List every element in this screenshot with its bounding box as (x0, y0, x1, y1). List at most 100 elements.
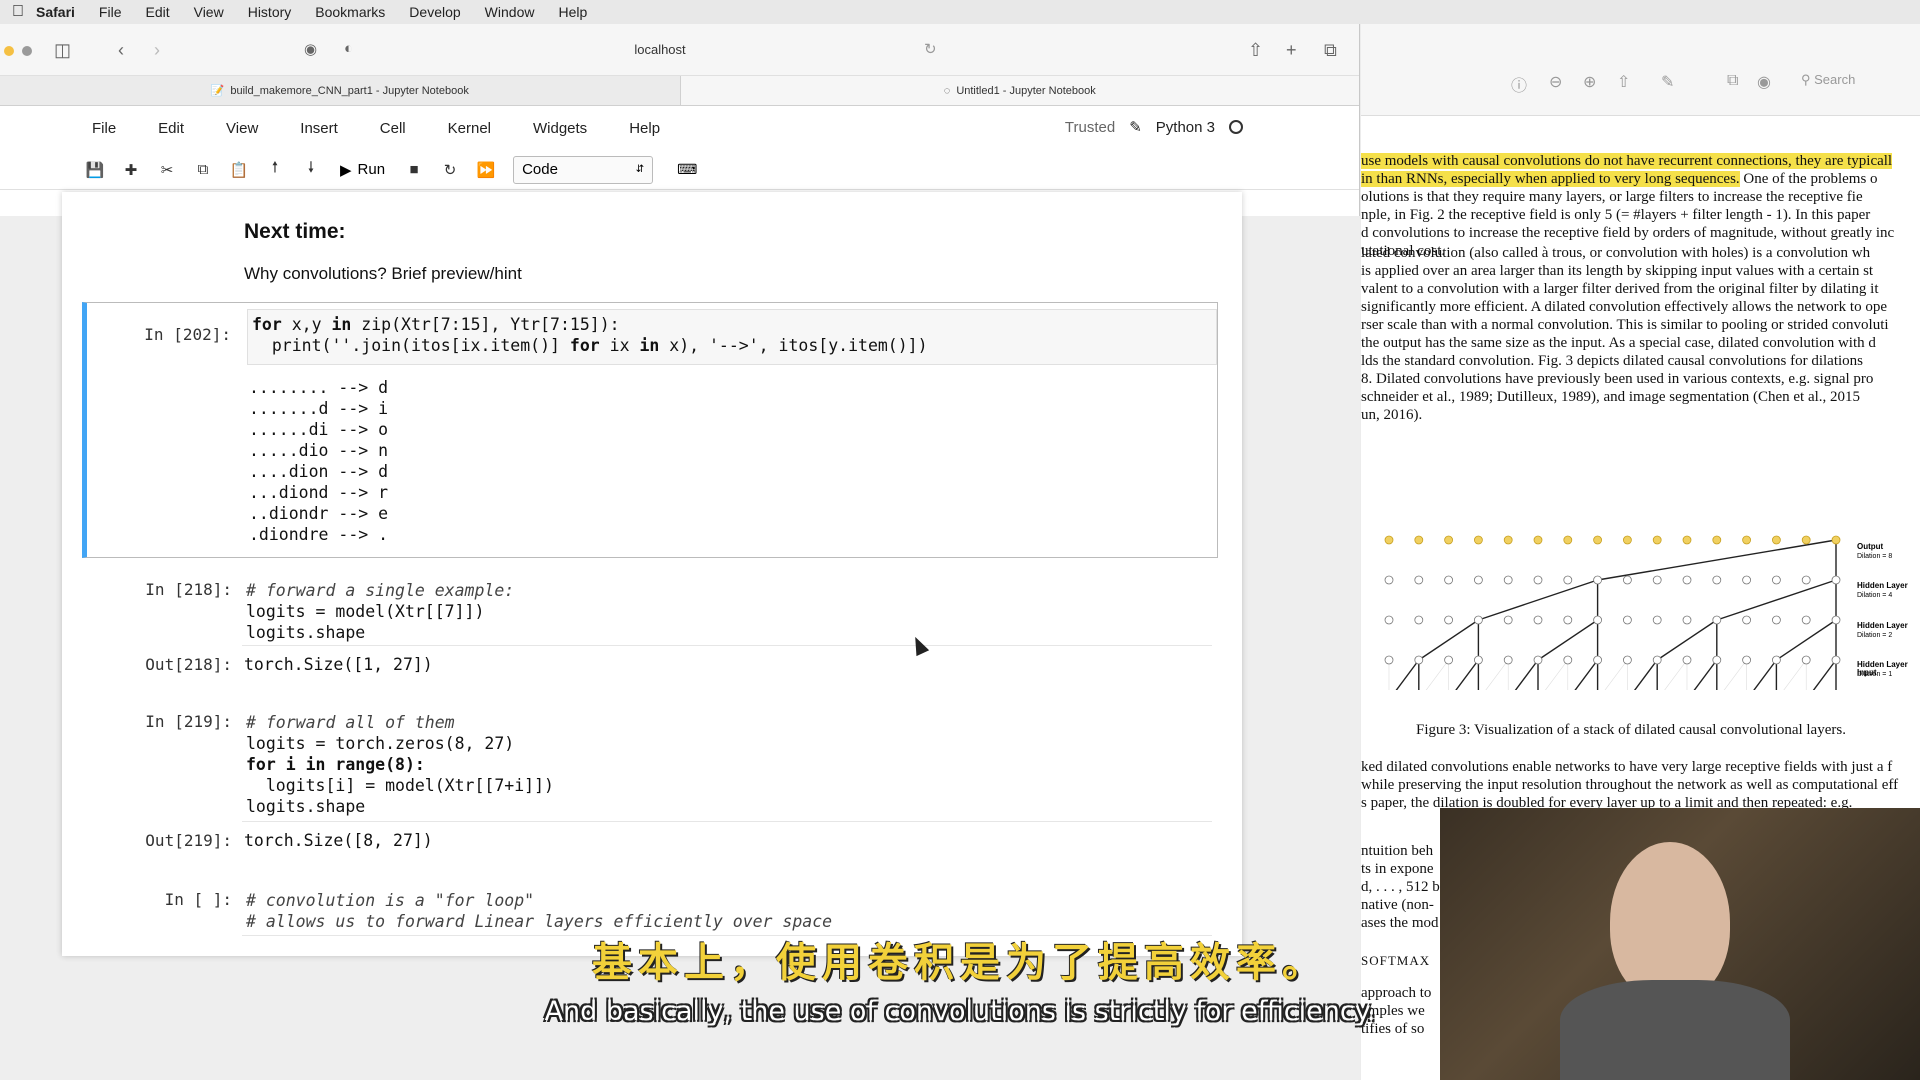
share-icon[interactable]: ⇧ (1248, 40, 1263, 61)
text-line: nple, in Fig. 2 the receptive field is o… (1361, 207, 1871, 223)
figure-edge (1783, 659, 1807, 690)
figure-node (1652, 615, 1662, 625)
jmenu-view[interactable]: View (226, 120, 258, 137)
figure-edge (1485, 659, 1509, 690)
reload-icon[interactable]: ↻ (924, 40, 937, 58)
privacy-icon[interactable]: ◉ (304, 40, 317, 58)
apple-icon[interactable]:  (0, 3, 36, 21)
text-line: lds the standard convolution. Fig. 3 dep… (1361, 353, 1864, 369)
code-editor[interactable]: for x,y in zip(Xtr[7:15], Ytr[7:15]): pr… (247, 309, 1217, 365)
code-cell-202[interactable]: In [202]: for x,y in zip(Xtr[7:15], Ytr[… (82, 302, 1218, 558)
tab-untitled1[interactable]: ◌ Untitled1 - Jupyter Notebook (679, 76, 1359, 105)
code-editor[interactable]: # forward all of them logits = torch.zer… (242, 708, 1212, 822)
sidebar-icon[interactable]: ◫ (54, 40, 71, 61)
subtitle-chinese: 基本上，使用卷积是为了提高效率。 (592, 940, 1328, 986)
jmenu-cell[interactable]: Cell (380, 120, 406, 137)
pencil-icon[interactable]: ✎ (1129, 118, 1142, 136)
highlight-line: use models with causal convolutions do n… (1361, 153, 1893, 169)
shield-icon[interactable]: ◐ (344, 40, 353, 57)
output-prompt: Out[218]: (145, 655, 232, 674)
text-line: One of the problems o (1739, 171, 1878, 187)
address-bar[interactable]: localhost (560, 42, 760, 57)
text-line: schneider et al., 1989; Dutilleux, 1989)… (1361, 389, 1861, 405)
markup-icon[interactable]: ✎ (1661, 72, 1674, 92)
copy-icon[interactable]: ⧉ (188, 156, 218, 184)
jmenu-file[interactable]: File (92, 120, 116, 137)
menu-develop[interactable]: Develop (409, 4, 460, 20)
layer-label: Hidden Layer (1857, 621, 1908, 630)
tab-overview-icon[interactable]: ⧉ (1324, 40, 1337, 61)
move-down-icon[interactable]: 🠗 (296, 156, 326, 184)
new-tab-icon[interactable]: + (1286, 40, 1297, 61)
figure-node (1593, 575, 1603, 585)
jmenu-kernel[interactable]: Kernel (448, 120, 491, 137)
minimize-button[interactable] (4, 46, 14, 56)
zoom-out-icon[interactable]: ⊖ (1549, 72, 1562, 92)
menu-help[interactable]: Help (558, 4, 587, 20)
restart-icon[interactable]: ↻ (435, 156, 465, 184)
fast-forward-icon[interactable]: ⏩ (471, 156, 501, 184)
move-up-icon[interactable]: 🠕 (260, 156, 290, 184)
back-icon[interactable]: ‹ (118, 40, 124, 61)
jmenu-insert[interactable]: Insert (300, 120, 338, 137)
rotate-icon[interactable]: ⧉ (1727, 72, 1738, 90)
text-line: while preserving the input resolution th… (1361, 777, 1899, 793)
annotate-icon[interactable]: ◉ (1757, 72, 1771, 92)
dilation-label: Dilation = 2 (1857, 632, 1892, 639)
cut-icon[interactable]: ✂ (152, 156, 182, 184)
menu-window[interactable]: Window (485, 4, 535, 20)
menu-bookmarks[interactable]: Bookmarks (315, 4, 385, 20)
info-icon[interactable]: ⓘ (1511, 72, 1527, 96)
highlight-line: in than RNNs, especially when applied to… (1361, 171, 1740, 187)
code-line: for x,y in zip(Xtr[7:15], Ytr[7:15]): (252, 315, 620, 334)
pdf-search-field[interactable]: ⚲ Search (1801, 72, 1855, 88)
tab-label: build_makemore_CNN_part1 - Jupyter Noteb… (230, 84, 469, 97)
figure-node (1682, 655, 1692, 665)
figure-caption: Figure 3: Visualization of a stack of di… (1416, 722, 1846, 738)
code-line: # forward a single example: (246, 581, 515, 600)
figure-edge (1478, 579, 1598, 621)
jmenu-widgets[interactable]: Widgets (533, 120, 587, 137)
output-line: ......di --> o (249, 420, 389, 439)
save-icon[interactable]: 💾 (80, 156, 110, 184)
zoom-in-icon[interactable]: ⊕ (1583, 72, 1596, 92)
code-editor[interactable]: # forward a single example: logits = mod… (242, 576, 1212, 646)
insert-cell-icon[interactable]: ✚ (116, 156, 146, 184)
figure-edge (1812, 659, 1837, 690)
trusted-indicator[interactable]: Trusted (1065, 119, 1115, 136)
menu-view[interactable]: View (194, 4, 224, 20)
figure-edge (1604, 659, 1628, 690)
figure-node (1384, 615, 1394, 625)
kernel-name[interactable]: Python 3 (1156, 119, 1215, 136)
pdf-search-placeholder: Search (1814, 72, 1856, 87)
figure-edge (1545, 659, 1569, 690)
cell-type-select[interactable]: Code ⇵ (513, 155, 654, 184)
code-cell-218[interactable]: In [218]: # forward a single example: lo… (82, 566, 1218, 706)
pdf-share-icon[interactable]: ⇧ (1617, 72, 1630, 92)
code-line: # convolution is a "for loop" (246, 891, 535, 910)
code-editor[interactable]: # convolution is a "for loop" # allows u… (242, 886, 1212, 936)
menu-safari[interactable]: Safari (36, 4, 75, 20)
forward-icon[interactable]: › (154, 40, 160, 61)
code-line: for i in range(8): (246, 755, 425, 774)
text-line: significantly more efficient. A dilated … (1361, 299, 1887, 315)
figure-edge (1425, 659, 1449, 690)
text-line: lated convolution (also called à trous, … (1361, 245, 1871, 261)
code-line: logits.shape (246, 623, 366, 642)
output-line: .....dio --> n (249, 441, 389, 460)
figure-node (1444, 575, 1453, 585)
menu-file[interactable]: File (99, 4, 122, 20)
jmenu-edit[interactable]: Edit (158, 120, 184, 137)
figure-edge (1753, 659, 1777, 690)
code-cell-219[interactable]: In [219]: # forward all of them logits =… (82, 698, 1218, 868)
run-button[interactable]: ▶ Run (332, 161, 393, 179)
menu-history[interactable]: History (248, 4, 292, 20)
tab-build-makemore[interactable]: 📝 build_makemore_CNN_part1 - Jupyter Not… (0, 76, 680, 105)
keyboard-icon[interactable]: ⌨ (677, 161, 697, 178)
stop-icon[interactable]: ■ (399, 156, 429, 184)
jmenu-help[interactable]: Help (629, 120, 660, 137)
figure-node (1414, 655, 1424, 665)
paste-icon[interactable]: 📋 (224, 156, 254, 184)
menu-edit[interactable]: Edit (145, 4, 169, 20)
zoom-button[interactable] (22, 46, 32, 56)
